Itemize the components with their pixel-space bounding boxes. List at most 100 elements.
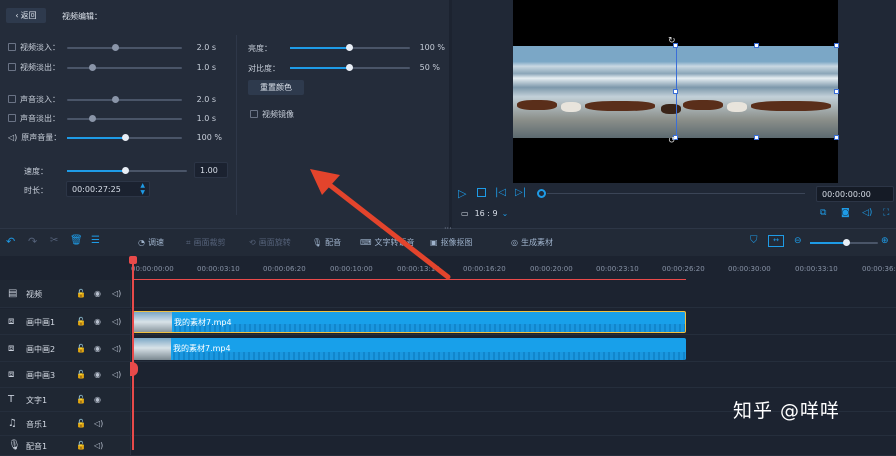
horse-shape	[517, 100, 557, 110]
redo-icon[interactable]: ↷	[28, 235, 37, 248]
resize-handle[interactable]	[834, 43, 839, 48]
speed-tool-button[interactable]: ◔ 调速	[138, 237, 164, 248]
speaker-icon[interactable]: ◁)	[94, 419, 103, 428]
zoom-in-icon[interactable]: ⊕	[881, 236, 889, 246]
fit-icon[interactable]: ↔	[768, 235, 784, 247]
brightness-label: 亮度：	[248, 44, 272, 53]
video-fade-in-slider[interactable]	[67, 44, 182, 51]
reset-color-button[interactable]: 重置颜色	[248, 80, 304, 95]
eye-icon[interactable]: ◉	[94, 370, 101, 379]
playhead-head[interactable]	[129, 256, 137, 264]
original-volume-slider[interactable]	[67, 134, 182, 141]
audio-waveform	[173, 351, 686, 360]
generate-icon: ◎	[511, 238, 518, 247]
slider-knob[interactable]	[843, 239, 850, 246]
video-fade-in-checkbox[interactable]	[8, 43, 16, 51]
back-button[interactable]: ‹ 返回	[6, 8, 46, 23]
crop-label: 画面裁剪	[193, 238, 226, 247]
zoom-slider[interactable]	[810, 239, 878, 246]
rotate-handle-icon[interactable]: ↻	[668, 36, 676, 46]
video-fade-out-checkbox[interactable]	[8, 63, 16, 71]
horse-shape	[585, 101, 655, 111]
track-label: 画中画1	[26, 318, 56, 327]
audio-fade-in-slider[interactable]	[67, 96, 182, 103]
resize-handle[interactable]	[754, 43, 759, 48]
prev-frame-icon[interactable]: |◁	[495, 187, 506, 198]
lock-icon[interactable]: 🔓	[76, 344, 86, 353]
brightness-slider[interactable]	[290, 44, 410, 51]
mirror-checkbox[interactable]	[250, 110, 258, 118]
speaker-icon[interactable]: ◁)	[112, 317, 121, 326]
shield-icon[interactable]: ⛉	[750, 235, 758, 246]
track-header: 🎙 配音1 🔓 ◁)	[0, 436, 131, 455]
eye-icon[interactable]: ◉	[94, 289, 101, 298]
track-header: ⧈ 画中画3 🔓 ◉ ◁)	[0, 362, 131, 387]
original-volume-value: 100 %	[196, 133, 222, 142]
progress-track[interactable]	[547, 193, 805, 194]
fullscreen-icon[interactable]: ⛶	[883, 208, 889, 218]
undo-icon[interactable]: ↶	[6, 235, 15, 248]
slider-knob[interactable]	[122, 134, 129, 141]
audio-fade-in-checkbox[interactable]	[8, 95, 16, 103]
resize-handle[interactable]	[673, 89, 678, 94]
contrast-slider[interactable]	[290, 64, 410, 71]
rotate-handle-icon[interactable]: ↺	[668, 136, 676, 146]
volume-icon[interactable]: ◁)	[862, 208, 872, 218]
camera-icon[interactable]: ◙	[841, 208, 850, 218]
audio-fade-out-slider[interactable]	[67, 115, 182, 122]
speaker-icon[interactable]: ◁)	[94, 441, 103, 450]
duration-input[interactable]: 00:00:27:25 ▲ ▼	[66, 181, 150, 197]
stepper-icon[interactable]: ▲ ▼	[140, 182, 145, 196]
rotate-button[interactable]: ⟲ 画面旋转	[249, 237, 291, 248]
audio-fade-out-checkbox[interactable]	[8, 114, 16, 122]
video-fade-out-slider[interactable]	[67, 64, 182, 71]
splitter-handle[interactable]: ···	[444, 224, 452, 233]
eye-icon[interactable]: ◉	[94, 317, 101, 326]
playhead[interactable]	[132, 258, 134, 450]
slider-knob[interactable]	[112, 96, 119, 103]
settings-sliders-icon[interactable]: ☰	[91, 235, 100, 246]
lock-icon[interactable]: 🔓	[76, 419, 86, 428]
pip-icon[interactable]: ⧉	[820, 208, 826, 218]
speaker-icon[interactable]: ◁)	[112, 344, 121, 353]
lock-icon[interactable]: 🔓	[76, 370, 86, 379]
slider-knob[interactable]	[112, 44, 119, 51]
lock-icon[interactable]: 🔓	[76, 441, 86, 450]
resize-handle[interactable]	[834, 135, 839, 140]
eye-icon[interactable]: ◉	[94, 395, 101, 404]
text-icon: T	[8, 394, 15, 405]
generate-button[interactable]: ◎ 生成素材	[511, 237, 553, 248]
track-label: 视频	[26, 290, 42, 299]
cut-icon[interactable]: ✂	[50, 235, 58, 246]
speaker-icon[interactable]: ◁)	[112, 370, 121, 379]
crop-button[interactable]: ⌗ 画面裁剪	[186, 237, 226, 248]
zoom-out-icon[interactable]: ⊖	[794, 236, 802, 246]
lock-icon[interactable]: 🔓	[76, 395, 86, 404]
track-label: 音乐1	[26, 420, 48, 429]
horse-shape	[561, 102, 581, 112]
video-clip[interactable]: 我的素材7.mp4	[133, 337, 686, 360]
slider-knob[interactable]	[89, 64, 96, 71]
ruler-tick-label: 00:00:03:10	[197, 265, 240, 273]
pip-icon: ⧈	[8, 369, 15, 380]
speed-input[interactable]: 1.00	[194, 162, 228, 178]
stop-icon[interactable]	[477, 188, 486, 197]
progress-knob[interactable]	[537, 189, 546, 198]
slider-knob[interactable]	[346, 64, 353, 71]
slider-knob[interactable]	[122, 167, 129, 174]
annotation-arrow	[310, 169, 451, 280]
video-clip[interactable]: 我的素材7.mp4	[133, 311, 686, 333]
next-frame-icon[interactable]: ▷|	[515, 187, 526, 198]
resize-handle[interactable]	[834, 89, 839, 94]
delete-icon[interactable]: 🗑	[70, 235, 83, 246]
lock-icon[interactable]: 🔓	[76, 289, 86, 298]
aspect-value: 16 : 9	[474, 209, 498, 218]
aspect-select[interactable]: ▭ 16 : 9 ⌄	[456, 206, 514, 221]
lock-icon[interactable]: 🔓	[76, 317, 86, 326]
slider-knob[interactable]	[346, 44, 353, 51]
speed-slider[interactable]	[67, 167, 187, 174]
speaker-icon[interactable]: ◁)	[112, 289, 121, 298]
slider-knob[interactable]	[89, 115, 96, 122]
eye-icon[interactable]: ◉	[94, 344, 101, 353]
resize-handle[interactable]	[754, 135, 759, 140]
